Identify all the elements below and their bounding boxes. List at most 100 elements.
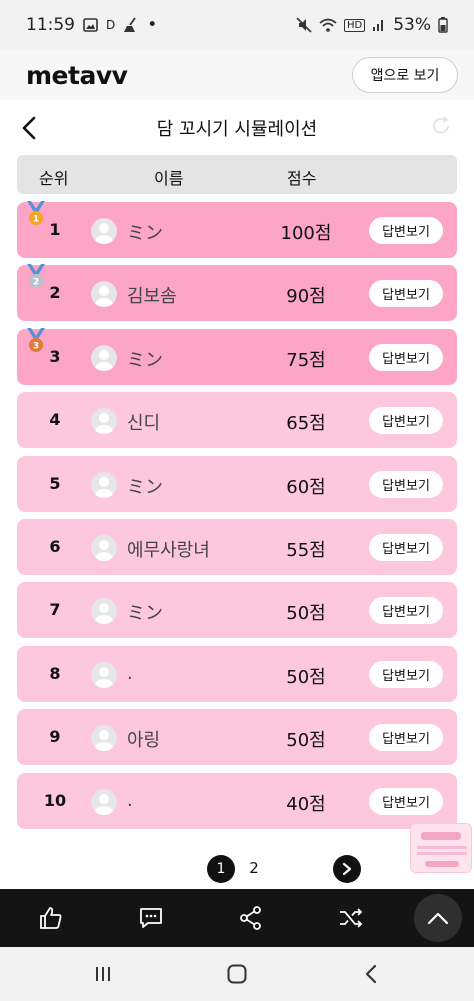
system-back-button[interactable] [358, 961, 384, 987]
status-bar: 11:59 D • HD 53% [0, 0, 474, 50]
player-name: 에무사랑녀 [127, 539, 210, 561]
avatar [91, 725, 117, 752]
player-score: 75점 [286, 349, 326, 371]
home-button[interactable] [224, 961, 250, 987]
player-score: 60점 [286, 476, 326, 498]
view-answers-button[interactable]: 답변보기 [369, 343, 443, 371]
ranking-row[interactable]: 2 2 김보솜 90점 답변보기 [17, 264, 457, 322]
ranking-row[interactable]: 3 3 ミン 75점 답변보기 [17, 327, 457, 385]
signal-icon [372, 18, 386, 32]
player-name: 아링 [127, 730, 161, 752]
view-answers-button[interactable]: 답변보기 [369, 407, 443, 435]
ad-decoration [421, 832, 461, 840]
metavv-logo[interactable]: metavv [26, 61, 128, 90]
player-name: ミン [127, 349, 163, 371]
thumbs-up-icon [40, 907, 62, 929]
rank-number: 3 [49, 346, 61, 366]
comment-icon [140, 908, 162, 928]
view-answers-button[interactable]: 답변보기 [369, 724, 443, 752]
avatar [91, 598, 117, 625]
player-name: 김보솜 [127, 286, 177, 308]
player-score: 55점 [286, 539, 326, 561]
avatar [91, 281, 117, 308]
battery-icon [438, 17, 448, 33]
app-header: metavv 앱으로 보기 [0, 50, 474, 100]
open-in-app-button[interactable]: 앱으로 보기 [352, 57, 458, 93]
network-badge: HD [343, 18, 366, 32]
ranking-row[interactable]: 5 ミン 60점 답변보기 [17, 455, 457, 512]
avatar [91, 408, 117, 435]
view-answers-button[interactable]: 답변보기 [369, 787, 443, 815]
page-link-2[interactable]: 2 [244, 859, 264, 877]
page-title: 담 꼬시기 시뮬레이션 [156, 119, 318, 140]
player-score: 40점 [286, 793, 326, 815]
broom-icon [123, 17, 139, 33]
svg-text:3: 3 [33, 341, 39, 351]
rank-number: 2 [49, 283, 61, 303]
rank-number: 1 [49, 220, 61, 239]
ranking-row[interactable]: 4 신디 65점 답변보기 [17, 392, 457, 449]
column-rank: 순위 [39, 169, 69, 188]
ranking-list: 1 1 ミン 100점 답변보기 2 2 김보솜 90점 답변보기 3 3 ミン 75점 답변보기 4 신디 65… [17, 201, 457, 836]
scroll-to-top-button[interactable] [414, 894, 462, 942]
recent-apps-button[interactable] [90, 961, 116, 987]
status-dot: • [147, 15, 158, 35]
player-name: ミン [127, 603, 163, 625]
view-answers-button[interactable]: 답변보기 [369, 533, 443, 561]
view-answers-button[interactable]: 답변보기 [369, 470, 443, 498]
player-score: 50점 [286, 603, 326, 625]
next-page-button[interactable] [333, 855, 361, 883]
ranking-table-header: 순위 이름 점수 [17, 155, 457, 194]
player-score: 50점 [286, 666, 326, 688]
player-score: 90점 [286, 286, 326, 308]
ranking-row[interactable]: 6 에무사랑녀 55점 답변보기 [17, 518, 457, 575]
ad-decoration [417, 846, 467, 849]
back-arrow-icon [365, 964, 377, 984]
rank-number: 7 [49, 600, 61, 620]
avatar [91, 344, 117, 371]
view-answers-button[interactable]: 답변보기 [369, 217, 443, 244]
player-score: 100점 [280, 223, 332, 244]
ranking-row[interactable]: 1 1 ミン 100점 답변보기 [17, 201, 457, 258]
view-answers-button[interactable]: 답변보기 [369, 597, 443, 625]
rank-number: 4 [49, 410, 61, 430]
mute-icon [296, 17, 312, 33]
player-score: 65점 [286, 413, 326, 435]
shuffle-icon [340, 908, 363, 928]
ranking-row[interactable]: 8. 50점 답변보기 [17, 645, 457, 702]
ranking-row[interactable]: 10. 40점 답변보기 [17, 772, 457, 829]
chevron-up-icon [427, 912, 449, 925]
like-button[interactable] [36, 903, 66, 933]
wifi-icon [319, 18, 337, 32]
avatar [91, 471, 117, 498]
player-name: . [127, 789, 133, 811]
rank-number: 10 [43, 790, 67, 810]
share-button[interactable] [236, 903, 266, 933]
refresh-icon [430, 115, 452, 141]
back-button[interactable] [14, 113, 44, 143]
avatar [91, 534, 117, 561]
player-name: ミン [127, 223, 163, 244]
shuffle-button[interactable] [336, 903, 366, 933]
page-current[interactable]: 1 [207, 855, 235, 883]
column-name: 이름 [154, 169, 184, 188]
rank-number: 6 [49, 536, 61, 556]
pagination: 1 2 [0, 855, 474, 885]
chevron-left-icon [22, 116, 36, 140]
avatar [91, 218, 117, 244]
view-answers-button[interactable]: 답변보기 [369, 660, 443, 688]
comment-button[interactable] [136, 903, 166, 933]
ranking-row[interactable]: 7 ミン 50점 답변보기 [17, 582, 457, 639]
ranking-row[interactable]: 9 아링 50점 답변보기 [17, 709, 457, 766]
svg-text:1: 1 [33, 215, 39, 225]
player-name: 신디 [127, 413, 161, 435]
gallery-icon [83, 18, 98, 32]
share-icon [240, 906, 261, 930]
status-time: 11:59 [26, 15, 75, 35]
rank-number: 8 [49, 663, 61, 683]
view-answers-button[interactable]: 답변보기 [369, 280, 443, 308]
ad-thumbnail[interactable] [410, 823, 472, 873]
title-row: 담 꼬시기 시뮬레이션 [0, 105, 474, 151]
ad-decoration [425, 861, 459, 867]
chevron-right-icon [342, 862, 352, 876]
